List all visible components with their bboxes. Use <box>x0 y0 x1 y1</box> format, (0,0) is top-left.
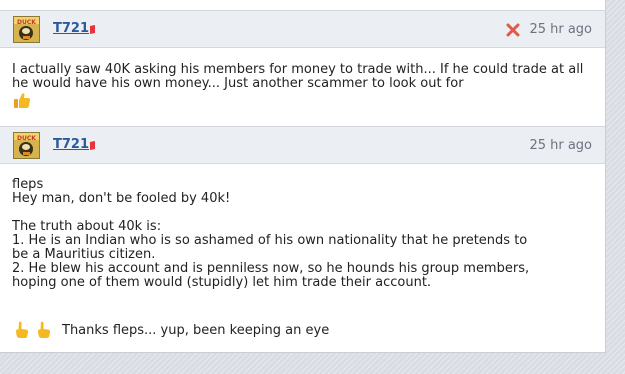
svg-text:DUCK: DUCK <box>17 135 36 142</box>
username-link[interactable]: T721 <box>53 137 89 152</box>
post-header: DUCK T721 25 hr ago <box>0 10 605 48</box>
pointing-hand-icon[interactable] <box>36 321 52 339</box>
post-body: fleps Hey man, don't be fooled by 40k! T… <box>12 178 597 290</box>
post-line: The truth about 40k is: <box>12 219 162 234</box>
reaction-text: Thanks fleps... yup, been keeping an eye <box>62 323 330 338</box>
post-line: hoping one of them would (stupidly) let … <box>12 275 432 290</box>
post-line: be a Mauritius citizen. <box>12 247 156 262</box>
post-line: 2. He blew his account and is penniless … <box>12 261 530 276</box>
delete-icon[interactable] <box>506 23 520 37</box>
post-text: I actually saw 40K asking his members fo… <box>12 62 584 91</box>
red-flag-icon <box>90 25 95 34</box>
avatar[interactable]: DUCK <box>13 132 40 159</box>
post-line: Hey man, don't be fooled by 40k! <box>12 191 231 206</box>
thumbs-up-icon[interactable] <box>13 92 31 109</box>
post-line: 1. He is an Indian who is so ashamed of … <box>12 233 528 248</box>
duck-avatar-icon: DUCK <box>14 17 39 42</box>
avatar[interactable]: DUCK <box>13 16 40 43</box>
username-link[interactable]: T721 <box>53 21 89 36</box>
svg-text:DUCK: DUCK <box>17 19 36 26</box>
post-header: DUCK T721 25 hr ago <box>0 126 605 164</box>
red-flag-icon <box>90 141 95 150</box>
duck-avatar-icon: DUCK <box>14 133 39 158</box>
post-line: fleps <box>12 177 44 192</box>
post-timestamp: 25 hr ago <box>529 138 592 153</box>
post-body: I actually saw 40K asking his members fo… <box>12 63 597 91</box>
pointing-hand-icon[interactable] <box>14 321 30 339</box>
thread-container: DUCK T721 25 hr ago I actually saw 40K a… <box>0 0 606 353</box>
post-line <box>12 206 597 220</box>
post-timestamp: 25 hr ago <box>529 22 592 37</box>
